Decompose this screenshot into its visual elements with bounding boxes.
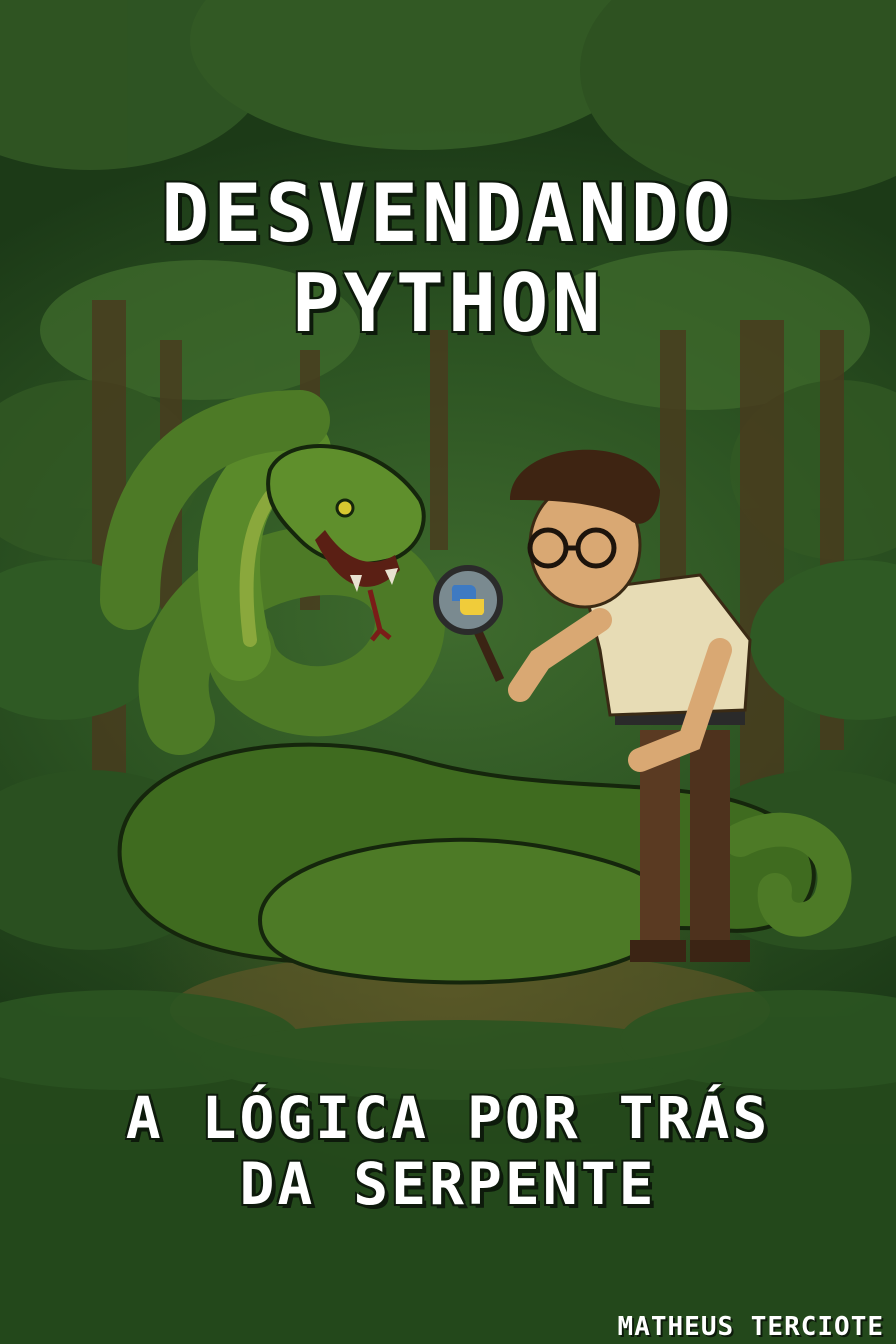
book-cover: DESVENDANDO PYTHON A LÓGICA POR TRÁS DA … <box>0 0 896 1344</box>
title-line-1: DESVENDANDO <box>161 167 735 260</box>
title-line-2: PYTHON <box>291 257 605 350</box>
subtitle-line-2: DA SERPENTE <box>239 1150 657 1218</box>
snake-eye-icon <box>335 498 355 518</box>
author-name: MATHEUS TERCIOTE <box>617 1312 884 1342</box>
subtitle-line-1: A LÓGICA POR TRÁS <box>125 1084 771 1152</box>
magnifying-glass-icon <box>433 565 505 682</box>
